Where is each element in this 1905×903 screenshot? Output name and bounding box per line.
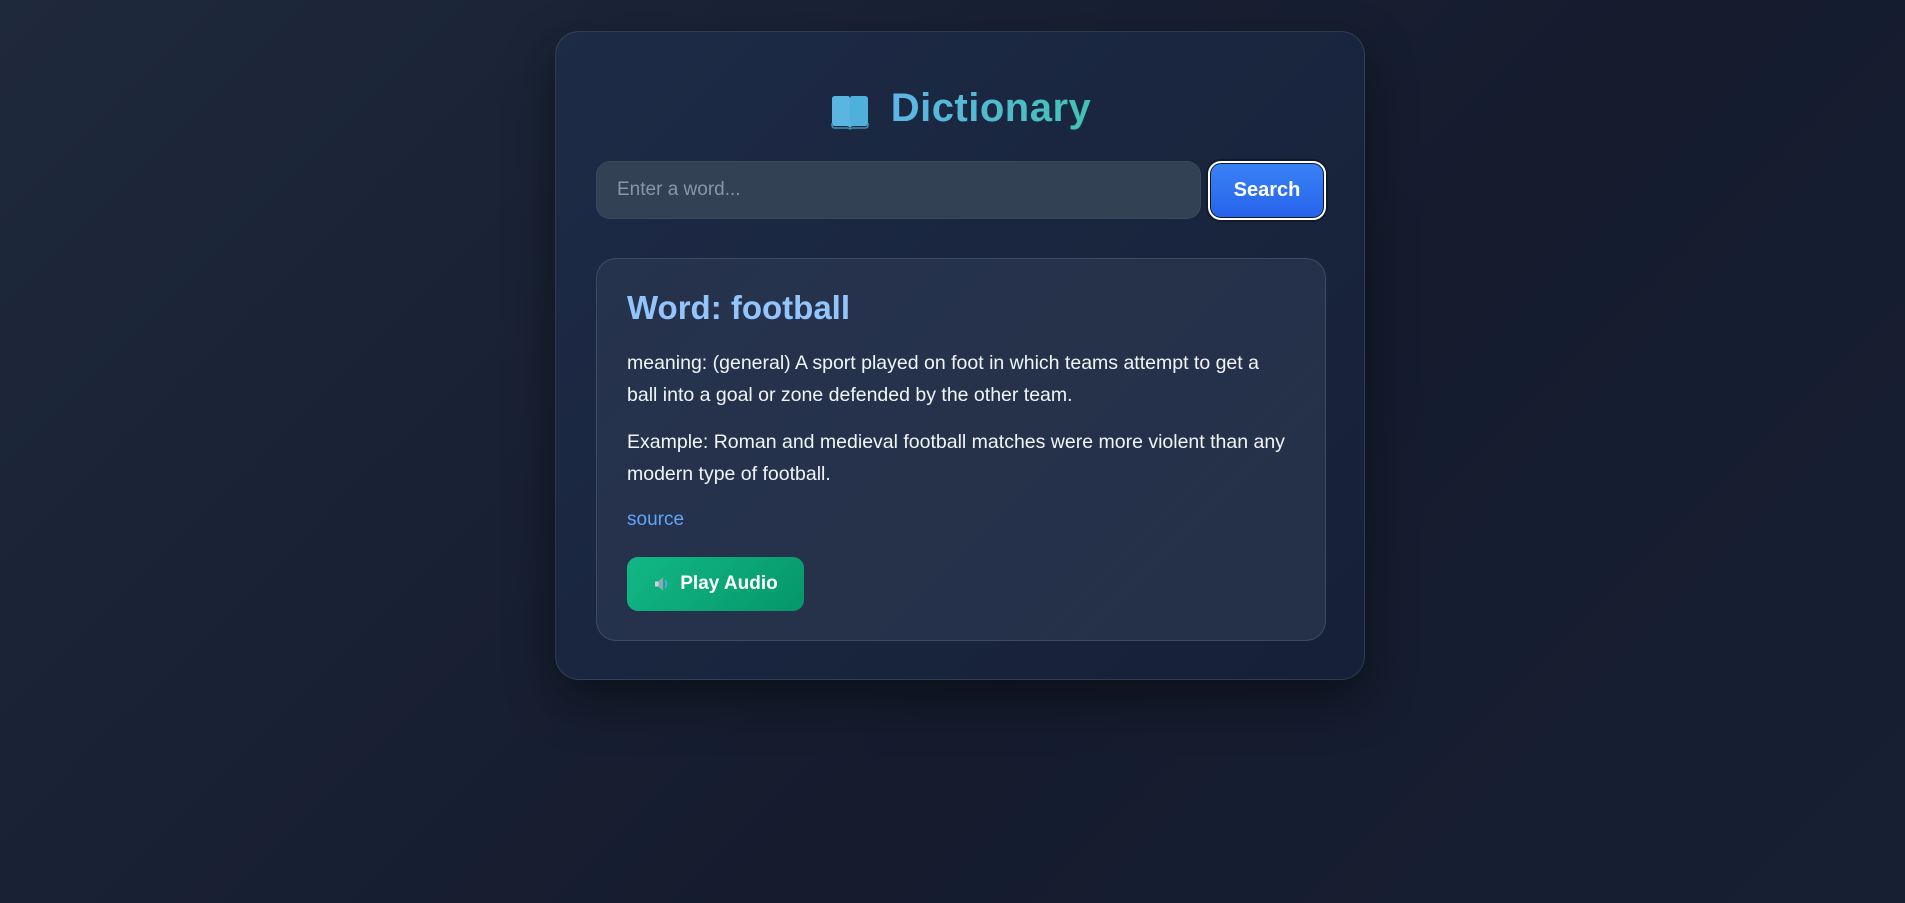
- meaning-text: meaning: (general) A sport played on foo…: [627, 352, 1259, 406]
- result-card: Word: football meaning: (general) A spor…: [596, 258, 1326, 641]
- page-title: Dictionary: [890, 85, 1092, 130]
- speaker-icon: [653, 575, 671, 593]
- dictionary-card: Dictionary Search Word: football meaning…: [555, 31, 1365, 680]
- play-audio-button[interactable]: Play Audio: [627, 557, 804, 611]
- title-row: Dictionary: [556, 78, 1364, 138]
- source-link[interactable]: source: [627, 509, 684, 531]
- search-button[interactable]: Search: [1208, 161, 1326, 220]
- word-heading: Word: football: [627, 289, 851, 326]
- example-text: Example: Roman and medieval football mat…: [627, 431, 1285, 485]
- play-audio-label: Play Audio: [680, 573, 778, 594]
- search-input[interactable]: [596, 161, 1201, 219]
- book-icon: [829, 94, 871, 131]
